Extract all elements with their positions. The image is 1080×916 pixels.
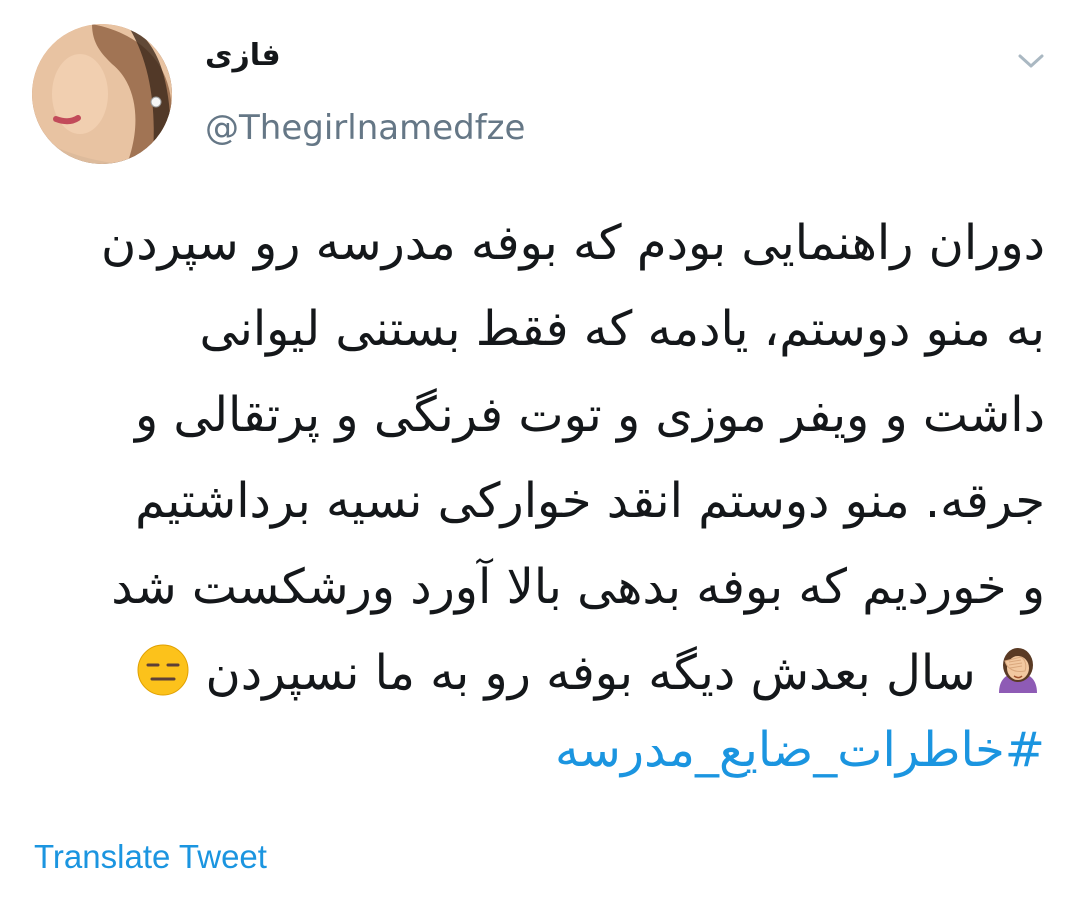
tweet-card: فازی @Thegirlnamedfze دوران راهنمایی بود… [0,0,1080,916]
tweet-line: دوران راهنمایی بودم که بوفه مدرسه رو سپر… [100,215,1045,271]
chevron-down-icon[interactable] [1017,50,1045,72]
tweet-line: به منو دوستم، یادمه که فقط بستنی لیوانی [199,301,1045,357]
tweet-line: جرقه. منو دوستم انقد خوارکی نسیه برداشتی… [135,473,1045,529]
tweet-line-text: سال بعدش دیگه بوفه رو به ما نسپردن [205,645,976,701]
tweet-line: داشت و ویفر موزی و توت فرنگی و پرتقالی و [134,387,1045,443]
tweet-line-last: سال بعدش دیگه بوفه رو به ما نسپردن [35,630,1045,716]
tweet-line: و خوردیم که بوفه بدهی بالا آورد ورشکست ش… [111,559,1045,615]
translate-tweet-link[interactable]: Translate Tweet [34,838,267,876]
woman-facepalming-emoji [991,638,1045,693]
expressionless-face-emoji [136,638,190,696]
avatar[interactable] [32,24,172,164]
tweet-text: دوران راهنمایی بودم که بوفه مدرسه رو سپر… [35,200,1045,716]
user-handle[interactable]: @Thegirlnamedfze [205,108,525,148]
hashtag-link[interactable]: #خاطرات_ضایع_مدرسه [555,722,1045,778]
display-name[interactable]: فازی [205,38,281,73]
